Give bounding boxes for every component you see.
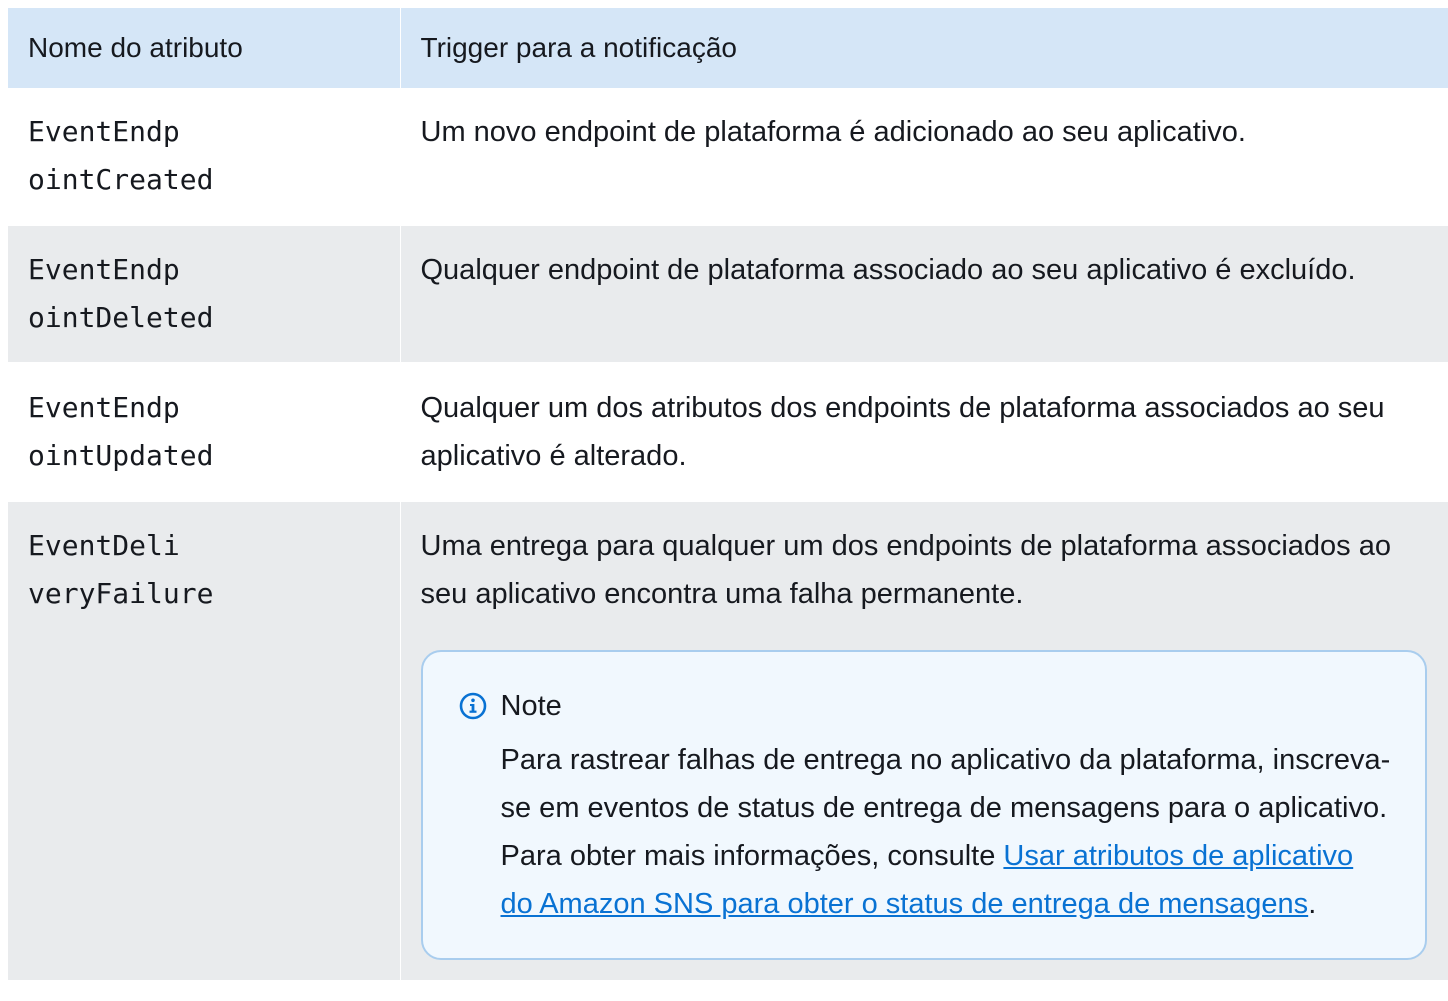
table-row: EventEndp ointUpdated Qualquer um dos atr… bbox=[8, 363, 1448, 501]
info-icon bbox=[459, 692, 487, 720]
attribute-name-part: ointCreated bbox=[28, 163, 214, 196]
attribute-name-part: ointDeleted bbox=[28, 301, 214, 334]
note-body: Para rastrear falhas de entrega no aplic… bbox=[459, 736, 1391, 928]
table-row: EventEndp ointDeleted Qualquer endpoint d… bbox=[8, 225, 1448, 363]
attribute-name-cell: EventDeli veryFailure bbox=[8, 501, 401, 981]
attributes-table: Nome do atributo Trigger para a notifica… bbox=[8, 8, 1448, 982]
trigger-description: Um novo endpoint de plataforma é adicion… bbox=[400, 88, 1448, 225]
table-header-row: Nome do atributo Trigger para a notifica… bbox=[8, 8, 1448, 88]
note-callout: Note Para rastrear falhas de entrega no … bbox=[420, 650, 1427, 960]
table-row: EventEndp ointCreated Um novo endpoint de… bbox=[8, 88, 1448, 225]
attribute-name-part: EventDeli bbox=[28, 529, 180, 562]
attribute-name-part: veryFailure bbox=[28, 577, 214, 610]
attribute-name-cell: EventEndp ointUpdated bbox=[8, 363, 401, 501]
column-header-attribute-name: Nome do atributo bbox=[8, 8, 401, 88]
note-title: Note bbox=[500, 690, 562, 722]
attribute-name-cell: EventEndp ointCreated bbox=[8, 88, 401, 225]
attribute-name-part: ointUpdated bbox=[28, 439, 214, 472]
attribute-name-part: EventEndp bbox=[28, 253, 180, 286]
note-text-end: . bbox=[1308, 888, 1317, 920]
attribute-name-part: EventEndp bbox=[28, 391, 180, 424]
trigger-description: Uma entrega para qualquer um dos endpoin… bbox=[420, 530, 1392, 610]
trigger-description: Qualquer endpoint de plataforma associad… bbox=[400, 225, 1448, 363]
attribute-name-cell: EventEndp ointDeleted bbox=[8, 225, 401, 363]
attribute-name-part: EventEndp bbox=[28, 115, 180, 148]
trigger-description: Qualquer um dos atributos dos endpoints … bbox=[400, 363, 1448, 501]
table-row: EventDeli veryFailure Uma entrega para qu… bbox=[8, 501, 1448, 981]
column-header-trigger: Trigger para a notificação bbox=[400, 8, 1448, 88]
trigger-description-cell: Uma entrega para qualquer um dos endpoin… bbox=[400, 501, 1448, 981]
note-header: Note bbox=[459, 686, 1391, 726]
